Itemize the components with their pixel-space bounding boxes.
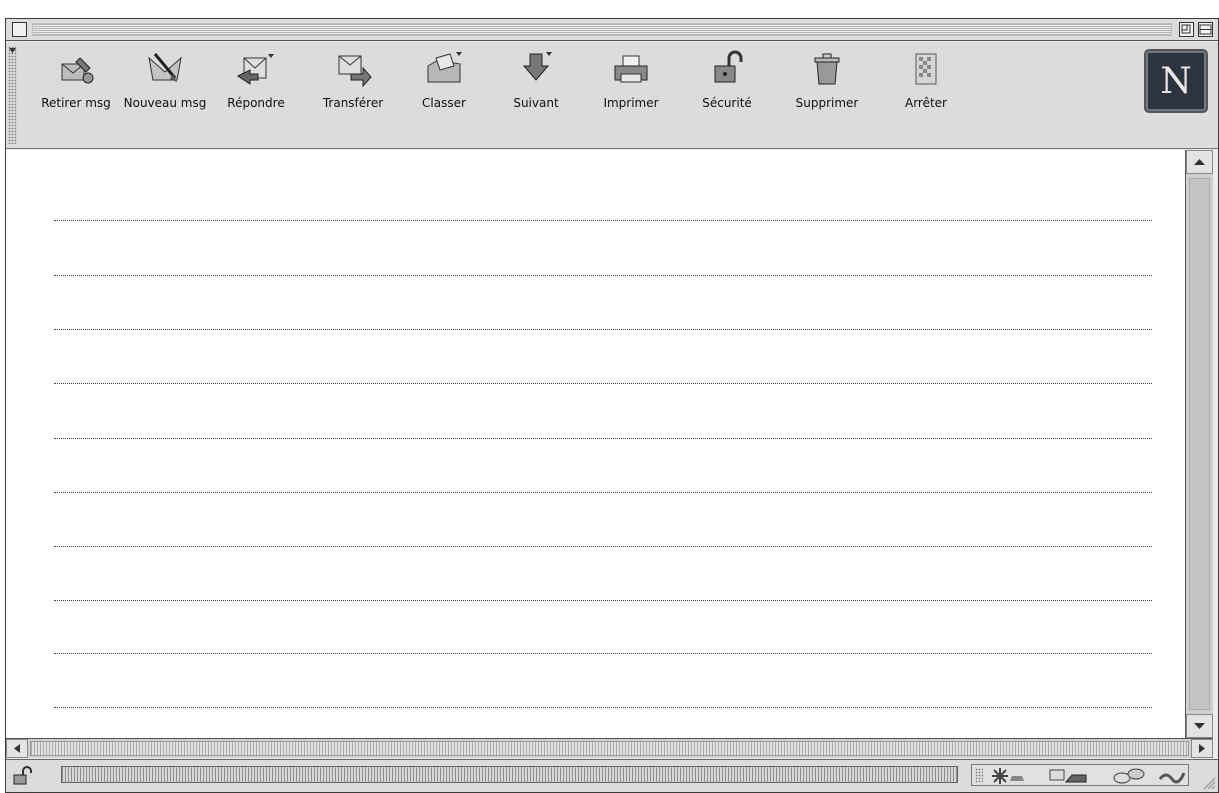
delete-label: Supprimer <box>795 96 859 110</box>
netscape-logo[interactable]: N <box>1144 49 1208 113</box>
list-item[interactable] <box>54 653 1152 654</box>
reply-icon <box>237 54 274 85</box>
navigator-icon[interactable] <box>990 767 1026 785</box>
netscape-logo-letter: N <box>1160 60 1192 102</box>
list-item[interactable] <box>54 383 1152 384</box>
status-bar <box>6 759 1218 792</box>
stop-icon <box>915 53 937 85</box>
get-msg-button[interactable]: Retirer msg <box>36 50 116 140</box>
list-item[interactable] <box>54 492 1152 493</box>
vertical-scroll-track[interactable] <box>1189 178 1210 710</box>
new-msg-label: Nouveau msg <box>123 96 207 110</box>
resize-grip-icon[interactable] <box>1200 774 1216 790</box>
list-item[interactable] <box>54 600 1152 601</box>
list-item[interactable] <box>54 546 1152 547</box>
list-item[interactable] <box>54 275 1152 276</box>
progress-bar <box>61 766 958 783</box>
printer-icon <box>614 55 648 83</box>
title-bar-stripes <box>32 23 1172 36</box>
close-box-icon[interactable] <box>12 22 27 37</box>
scroll-left-arrow-icon[interactable] <box>6 739 28 758</box>
list-item[interactable] <box>54 438 1152 439</box>
file-label: Classer <box>422 96 466 110</box>
forward-label: Transférer <box>322 96 384 110</box>
unlocked-padlock-icon[interactable] <box>12 766 32 786</box>
scroll-right-arrow-icon[interactable] <box>1191 739 1213 758</box>
file-button[interactable]: Classer <box>404 50 484 140</box>
mail-window: Retirer msg Nouveau msg Répondre Transfé… <box>5 18 1219 793</box>
reply-button[interactable]: Répondre <box>216 50 296 140</box>
scroll-down-arrow-icon[interactable] <box>1186 714 1213 738</box>
scroll-up-arrow-icon[interactable] <box>1186 150 1213 174</box>
print-label: Imprimer <box>603 96 659 110</box>
grip-triangle-icon <box>9 48 16 53</box>
title-bar[interactable] <box>6 19 1218 41</box>
forward-icon <box>338 55 372 88</box>
list-item[interactable] <box>54 707 1152 708</box>
delete-button[interactable]: Supprimer <box>781 50 873 140</box>
security-label: Sécurité <box>702 96 752 110</box>
message-list[interactable] <box>6 150 1185 738</box>
stop-button[interactable]: Arrêter <box>886 50 966 140</box>
new-message-icon <box>148 53 182 82</box>
reply-label: Répondre <box>227 96 285 110</box>
next-button[interactable]: Suivant <box>496 50 576 140</box>
security-button[interactable]: Sécurité <box>687 50 767 140</box>
composer-icon[interactable] <box>1156 767 1186 785</box>
discussions-icon[interactable] <box>1112 767 1148 785</box>
toolbar-collapse-grip[interactable] <box>8 46 17 144</box>
new-msg-button[interactable]: Nouveau msg <box>118 50 212 140</box>
toolbar: Retirer msg Nouveau msg Répondre Transfé… <box>6 42 1218 149</box>
list-item[interactable] <box>54 329 1152 330</box>
print-button[interactable]: Imprimer <box>589 50 673 140</box>
mail-icon[interactable] <box>1048 767 1088 785</box>
trash-icon <box>814 53 840 85</box>
file-folder-icon <box>427 52 462 83</box>
component-bar-grip[interactable] <box>975 768 983 782</box>
stop-label: Arrêter <box>904 96 947 110</box>
forward-button[interactable]: Transférer <box>308 50 398 140</box>
zoom-box-icon[interactable] <box>1179 22 1194 37</box>
get-msg-label: Retirer msg <box>41 96 111 110</box>
get-mail-icon <box>61 57 94 84</box>
horizontal-scrollbar[interactable] <box>6 738 1213 758</box>
next-arrow-icon <box>522 52 552 81</box>
next-label: Suivant <box>513 96 559 110</box>
vertical-scrollbar[interactable] <box>1185 150 1213 738</box>
padlock-icon <box>714 50 743 83</box>
list-item[interactable] <box>54 220 1152 221</box>
horizontal-scroll-track[interactable] <box>30 741 1189 756</box>
component-bar <box>971 764 1189 786</box>
collapse-box-icon[interactable] <box>1198 22 1213 37</box>
